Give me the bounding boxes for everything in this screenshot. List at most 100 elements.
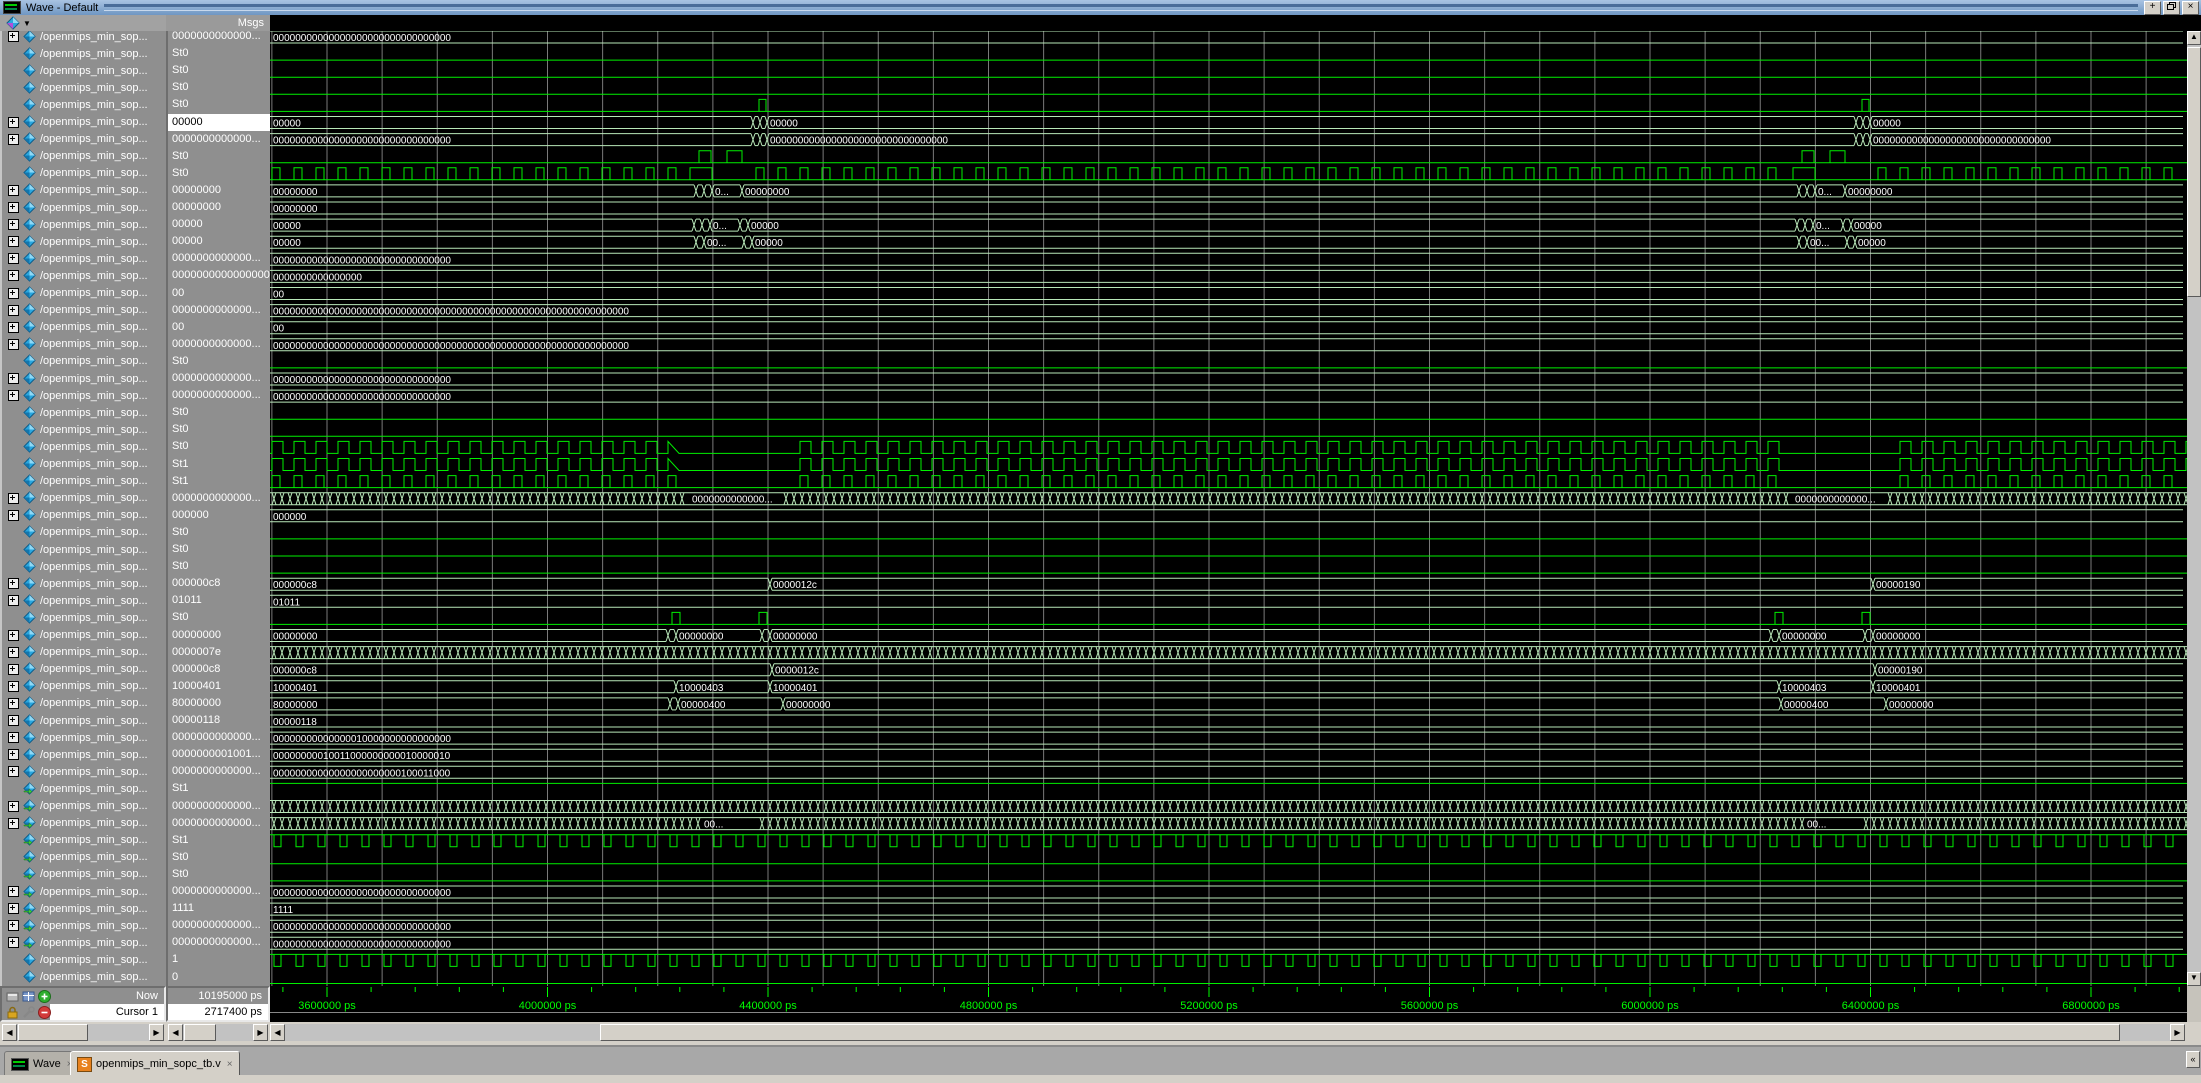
expand-icon[interactable] [8,373,19,384]
signal-value[interactable]: 0000007e [168,644,270,661]
signal-row[interactable]: /openmips_min_sop... [2,302,166,319]
signal-tree-header[interactable]: ▼ [0,15,166,31]
signal-row[interactable]: /openmips_min_sop... [2,473,166,490]
remove-cursor-icon[interactable] [38,1006,51,1019]
tab-scroll-button[interactable]: « [2186,1051,2200,1068]
expand-icon[interactable] [8,31,19,42]
wave-vertical-scrollbar[interactable]: ▲ ▼ [2187,31,2201,986]
expand-icon[interactable] [8,253,19,264]
signal-value[interactable]: St0 [168,524,270,541]
signal-value[interactable]: St0 [168,609,270,626]
signal-row[interactable]: /openmips_min_sop... [2,45,166,62]
signal-row[interactable]: /openmips_min_sop... [2,285,166,302]
lock-icon[interactable] [6,1006,19,1019]
close-button[interactable]: × [2182,1,2199,15]
signal-value[interactable]: 00000000 [168,199,270,216]
cursor1-row[interactable]: Cursor 1 [2,1004,164,1020]
tab-wave[interactable]: Wave × [4,1051,80,1076]
expand-icon[interactable] [8,920,19,931]
signal-value[interactable]: St0 [168,558,270,575]
signal-value[interactable]: 00000118 [168,712,270,729]
signal-row[interactable]: /openmips_min_sop... [2,507,166,524]
signal-row[interactable]: /openmips_min_sop... [2,370,166,387]
signal-row[interactable]: /openmips_min_sop... [2,79,166,96]
export-icon[interactable] [6,990,19,1003]
signal-value[interactable]: 10000401 [168,678,270,695]
signal-row[interactable]: /openmips_min_sop... [2,969,166,986]
signal-value-selected[interactable]: 00000 [168,114,270,131]
signal-value[interactable]: 00000000 [168,627,270,644]
signal-row[interactable]: /openmips_min_sop... [2,678,166,695]
expand-icon[interactable] [8,322,19,333]
signal-value[interactable]: St0 [168,438,270,455]
values-h-scrollbar[interactable]: ◀ ▶ [168,1024,268,1041]
expand-icon[interactable] [8,766,19,777]
signal-row[interactable]: /openmips_min_sop... [2,96,166,113]
signal-row[interactable]: /openmips_min_sop... [2,900,166,917]
signal-value[interactable]: 000000 [168,507,270,524]
signal-value[interactable]: St0 [168,421,270,438]
expand-icon[interactable] [8,801,19,812]
signal-row[interactable]: /openmips_min_sop... [2,644,166,661]
expand-icon[interactable] [8,715,19,726]
signal-value[interactable]: St1 [168,456,270,473]
signal-value[interactable]: St0 [168,849,270,866]
expand-icon[interactable] [8,595,19,606]
expand-icon[interactable] [8,493,19,504]
timeline-axis[interactable]: 3600000 ps4000000 ps4400000 ps4800000 ps… [270,986,2187,1012]
expand-icon[interactable] [8,630,19,641]
signal-value[interactable]: 80000000 [168,695,270,712]
signal-value[interactable]: St1 [168,473,270,490]
signal-row[interactable]: /openmips_min_sop... [2,336,166,353]
wave-h-scrollbar[interactable]: ◀ ▶ [270,1024,2185,1041]
expand-icon[interactable] [8,270,19,281]
expand-icon[interactable] [8,749,19,760]
signal-value[interactable]: 0000000000000... [168,490,270,507]
signal-value[interactable]: 0000000000000... [168,370,270,387]
signal-value[interactable]: 0000000000000... [168,387,270,404]
signal-row[interactable]: /openmips_min_sop... [2,490,166,507]
signal-row[interactable]: /openmips_min_sop... [2,798,166,815]
signal-value[interactable]: St1 [168,832,270,849]
signal-row[interactable]: /openmips_min_sop... [2,353,166,370]
signal-row[interactable]: /openmips_min_sop... [2,609,166,626]
expand-icon[interactable] [8,185,19,196]
signal-row[interactable]: /openmips_min_sop... [2,917,166,934]
expand-icon[interactable] [8,886,19,897]
signal-row[interactable]: /openmips_min_sop... [2,866,166,883]
expand-icon[interactable] [8,339,19,350]
expand-icon[interactable] [8,117,19,128]
tab-source-close-icon[interactable]: × [227,1059,233,1070]
signal-row[interactable]: /openmips_min_sop... [2,31,166,45]
restore-button[interactable] [2163,1,2180,15]
msgs-column-header[interactable]: Msgs [166,15,270,31]
signal-row[interactable]: /openmips_min_sop... [2,558,166,575]
signal-value[interactable]: St0 [168,148,270,165]
signal-row[interactable]: /openmips_min_sop... [2,592,166,609]
tab-source-file[interactable]: S openmips_min_sopc_tb.v × [70,1051,240,1076]
signal-value[interactable]: 01011 [168,592,270,609]
signal-value[interactable]: 00 [168,285,270,302]
signal-value[interactable]: 0 [168,969,270,986]
signal-value[interactable]: St0 [168,45,270,62]
signal-value-column[interactable]: 0000000000000...St0St0St0St0000000000000… [166,31,270,986]
signal-value[interactable]: 0000000000000000 [168,267,270,284]
expand-icon[interactable] [8,698,19,709]
signal-value[interactable]: 000000c8 [168,575,270,592]
signal-value[interactable]: 0000000000000... [168,798,270,815]
signal-value[interactable]: 0000000000000... [168,31,270,45]
signal-value[interactable]: 0000000000000... [168,883,270,900]
signal-name-column[interactable]: /openmips_min_sop... /openmips_min_sop..… [0,31,166,986]
expand-icon[interactable] [8,903,19,914]
signal-value[interactable]: St0 [168,165,270,182]
signal-value[interactable]: 0000000000000... [168,934,270,951]
signal-row[interactable]: /openmips_min_sop... [2,438,166,455]
signal-row[interactable]: /openmips_min_sop... [2,695,166,712]
signal-row[interactable]: /openmips_min_sop... [2,404,166,421]
signal-value[interactable]: St0 [168,404,270,421]
signal-row[interactable]: /openmips_min_sop... [2,250,166,267]
signal-row[interactable]: /openmips_min_sop... [2,763,166,780]
signal-row[interactable]: /openmips_min_sop... [2,387,166,404]
signal-row[interactable]: /openmips_min_sop... [2,233,166,250]
signal-row[interactable]: /openmips_min_sop... [2,421,166,438]
